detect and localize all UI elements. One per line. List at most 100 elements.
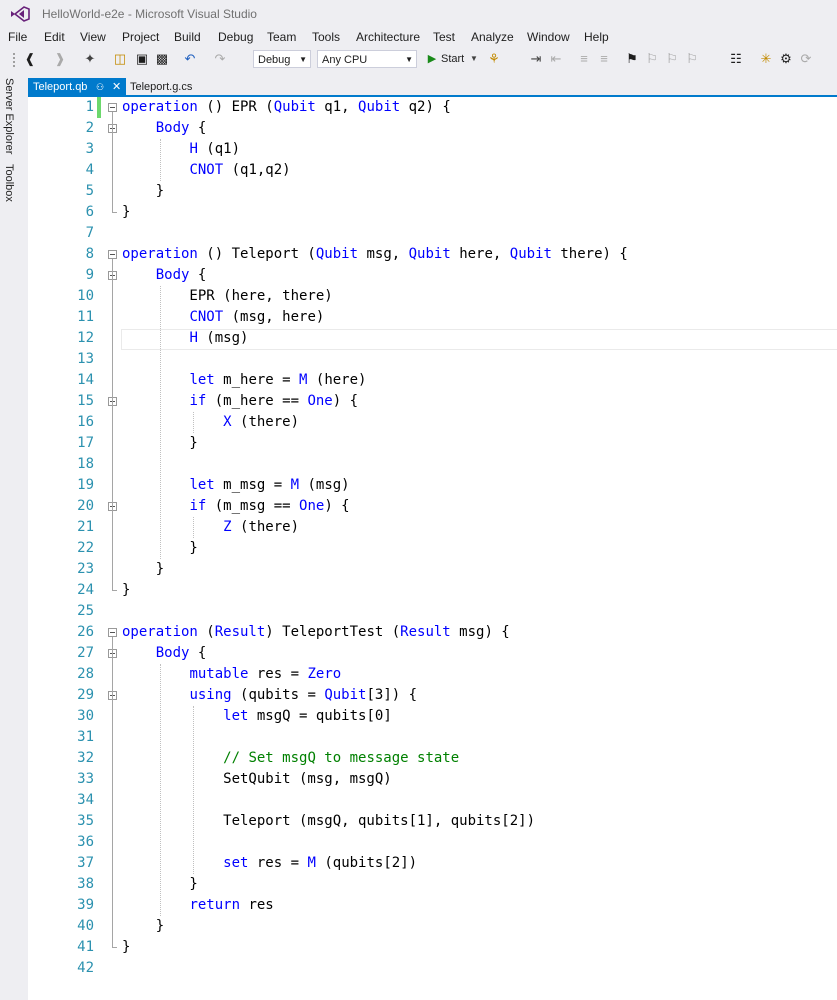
code-line[interactable]: let msgQ = qubits[0] — [122, 706, 392, 727]
find-in-files-icon[interactable]: ⚘ — [486, 51, 502, 67]
start-play-icon[interactable]: ▶ — [424, 51, 440, 67]
collapse-region-icon[interactable] — [108, 250, 117, 259]
start-button[interactable]: Start — [441, 53, 464, 65]
forward-icon[interactable]: ❱ — [52, 51, 68, 67]
code-line[interactable]: using (qubits = Qubit[3]) { — [122, 685, 417, 706]
close-icon[interactable]: ✕ — [112, 78, 121, 96]
code-line[interactable]: } — [122, 937, 130, 958]
toolbox-tab[interactable]: Toolbox — [3, 164, 15, 202]
code-analysis-icon[interactable]: ☷ — [728, 51, 744, 67]
solution-configuration-dropdown[interactable]: Debug ▼ — [253, 50, 311, 68]
properties-icon[interactable]: ⚙ — [778, 51, 794, 67]
line-number: 13 — [58, 349, 94, 370]
code-keyword: if — [189, 498, 206, 514]
menu-architecture[interactable]: Architecture — [356, 30, 420, 44]
menu-view[interactable]: View — [80, 30, 106, 44]
code-text: ) { — [324, 498, 349, 514]
code-line[interactable]: operation () EPR (Qubit q1, Qubit q2) { — [122, 97, 451, 118]
collapse-region-icon[interactable] — [108, 628, 117, 637]
code-line[interactable]: } — [122, 202, 130, 223]
code-line[interactable]: } — [122, 559, 164, 580]
comment-lines-icon[interactable]: ≡ — [576, 51, 592, 67]
code-line[interactable]: return res — [122, 895, 274, 916]
line-number: 33 — [58, 769, 94, 790]
code-line[interactable]: operation (Result) TeleportTest (Result … — [122, 622, 510, 643]
tab-teleport-g-cs[interactable]: Teleport.g.cs — [130, 78, 192, 96]
menu-tools[interactable]: Tools — [312, 30, 340, 44]
code-text — [122, 708, 223, 724]
code-text: } — [122, 939, 130, 955]
step-over-icon[interactable]: ⇤ — [548, 51, 564, 67]
menu-bar: File Edit View Project Build Debug Team … — [0, 28, 837, 48]
code-keyword: One — [299, 498, 324, 514]
code-text: res — [240, 897, 274, 913]
code-line[interactable]: H (q1) — [122, 139, 240, 160]
code-line[interactable]: // Set msgQ to message state — [122, 748, 459, 769]
clear-bookmarks-icon[interactable]: ⚐ — [684, 51, 700, 67]
code-line[interactable]: CNOT (q1,q2) — [122, 160, 291, 181]
solution-platform-dropdown[interactable]: Any CPU ▼ — [317, 50, 417, 68]
menu-team[interactable]: Team — [267, 30, 296, 44]
code-line[interactable]: set res = M (qubits[2]) — [122, 853, 417, 874]
code-line[interactable]: SetQubit (msg, msgQ) — [122, 769, 392, 790]
code-text — [122, 372, 189, 388]
menu-test[interactable]: Test — [433, 30, 455, 44]
menu-edit[interactable]: Edit — [44, 30, 65, 44]
menu-help[interactable]: Help — [584, 30, 609, 44]
redo-icon[interactable]: ↷ — [212, 51, 228, 67]
menu-window[interactable]: Window — [527, 30, 570, 44]
pin-icon[interactable]: ⚇ — [96, 78, 104, 96]
code-line[interactable]: Body { — [122, 118, 206, 139]
menu-build[interactable]: Build — [174, 30, 201, 44]
code-line[interactable]: let m_here = M (here) — [122, 370, 366, 391]
menu-file[interactable]: File — [8, 30, 27, 44]
line-number: 30 — [58, 706, 94, 727]
tab-teleport-qb[interactable]: Teleport.qb ⚇ ✕ — [28, 78, 126, 96]
save-all-icon[interactable]: ▩ — [154, 51, 170, 67]
code-line[interactable]: if (m_here == One) { — [122, 391, 358, 412]
new-project-icon[interactable]: ✦ — [82, 51, 98, 67]
next-bookmark-icon[interactable]: ⚐ — [664, 51, 680, 67]
code-line[interactable]: Body { — [122, 265, 206, 286]
code-line[interactable]: } — [122, 181, 164, 202]
start-dropdown-chevron-icon[interactable]: ▼ — [466, 51, 482, 67]
server-explorer-tab[interactable]: Server Explorer — [3, 78, 15, 154]
code-line[interactable]: H (msg) — [122, 328, 248, 349]
code-line[interactable]: Body { — [122, 643, 206, 664]
step-into-icon[interactable]: ⇥ — [528, 51, 544, 67]
add-item-icon[interactable]: ✳ — [758, 51, 774, 67]
open-file-icon[interactable]: ◫ — [112, 51, 128, 67]
line-number: 11 — [58, 307, 94, 328]
refresh-icon[interactable]: ⟳ — [798, 51, 814, 67]
undo-icon[interactable]: ↶ — [182, 51, 198, 67]
collapse-region-icon[interactable] — [108, 103, 117, 112]
previous-bookmark-icon[interactable]: ⚐ — [644, 51, 660, 67]
bookmark-icon[interactable]: ⚑ — [624, 51, 640, 67]
menu-debug[interactable]: Debug — [218, 30, 253, 44]
code-line[interactable]: mutable res = Zero — [122, 664, 341, 685]
code-line[interactable]: operation () Teleport (Qubit msg, Qubit … — [122, 244, 628, 265]
side-tool-tabs: Server Explorer Toolbox — [0, 74, 24, 1000]
code-line[interactable]: Teleport (msgQ, qubits[1], qubits[2]) — [122, 811, 535, 832]
code-text: Teleport (msgQ, qubits[1], qubits[2]) — [122, 813, 535, 829]
save-icon[interactable]: ▣ — [134, 51, 150, 67]
code-line[interactable]: X (there) — [122, 412, 299, 433]
code-line[interactable]: } — [122, 916, 164, 937]
back-icon[interactable]: ❰ — [22, 51, 38, 67]
code-text: m_here = — [215, 372, 299, 388]
line-number: 8 — [58, 244, 94, 265]
code-line[interactable]: Z (there) — [122, 517, 299, 538]
code-editor[interactable]: 1operation () EPR (Qubit q1, Qubit q2) {… — [28, 97, 837, 1000]
code-line[interactable]: let m_msg = M (msg) — [122, 475, 350, 496]
toolbar-grip[interactable] — [12, 52, 16, 67]
menu-analyze[interactable]: Analyze — [471, 30, 514, 44]
code-comment: // Set msgQ to message state — [223, 750, 459, 766]
code-line[interactable]: CNOT (msg, here) — [122, 307, 324, 328]
code-line[interactable]: EPR (here, there) — [122, 286, 333, 307]
uncomment-lines-icon[interactable]: ≡ — [596, 51, 612, 67]
menu-project[interactable]: Project — [122, 30, 159, 44]
line-number: 26 — [58, 622, 94, 643]
code-text — [122, 309, 189, 325]
code-line[interactable]: if (m_msg == One) { — [122, 496, 350, 517]
code-line[interactable]: } — [122, 580, 130, 601]
